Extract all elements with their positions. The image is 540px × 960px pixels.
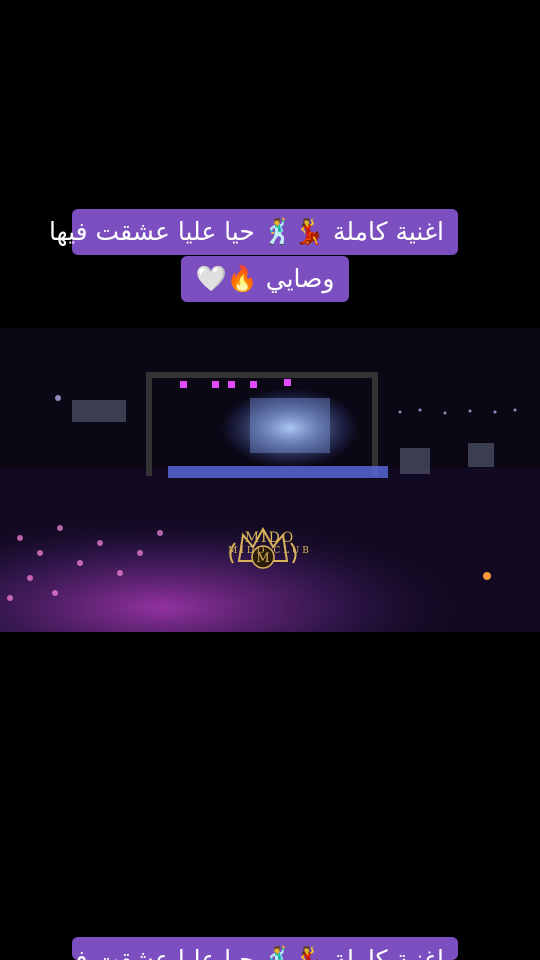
caption-line-2: وصايي 🔥🤍 (181, 256, 349, 302)
caption-line-1: اغنية كاملة 💃🕺 حيا عليا عشقت فيها (49, 209, 458, 255)
logo-title: MIDO (244, 530, 296, 546)
club-logo: MIDO MIDO CLUB (212, 528, 328, 556)
concert-scene: M (0, 328, 540, 632)
caption-line-repeat: اغنية كاملة 💃🕺 حيا عليا عشقت فيها (72, 937, 458, 960)
logo-subtitle: MIDO CLUB (228, 546, 312, 556)
video-frame[interactable]: M MIDO MIDO CLUB (0, 328, 540, 632)
